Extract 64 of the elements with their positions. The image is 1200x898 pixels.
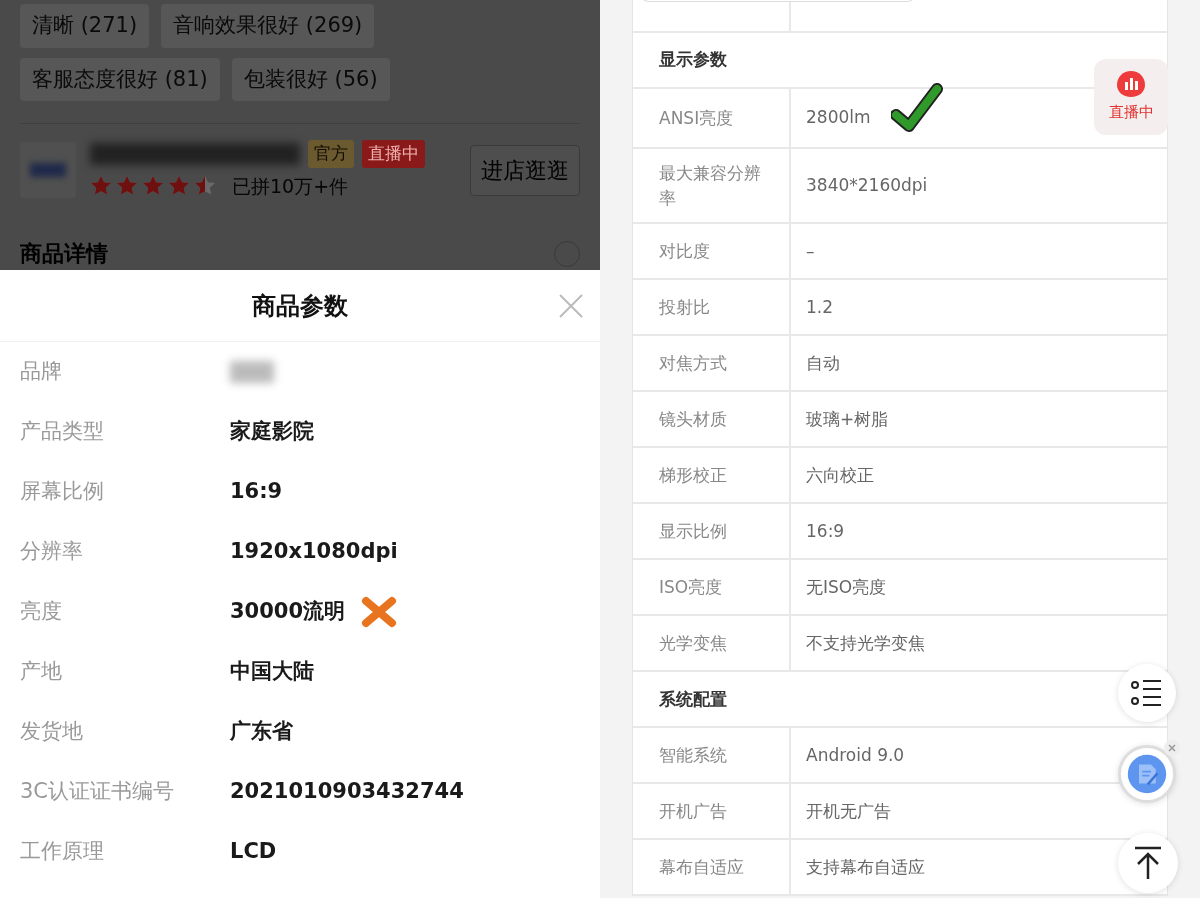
spec-value: 不支持光学变焦 (806, 631, 925, 655)
param-label: 工作原理 (20, 838, 105, 866)
star-icon (194, 174, 216, 197)
spec-value: 2800lm (806, 106, 871, 130)
param-value: 16:9 (230, 478, 283, 506)
review-tag[interactable]: 音响效果很好 (269) (161, 4, 375, 48)
spec-label: 开机广告 (659, 799, 727, 823)
param-value: 中国大陆 (230, 658, 314, 686)
store-logo (20, 142, 76, 198)
star-icon (168, 174, 190, 197)
param-label: 屏幕比例 (20, 478, 105, 506)
spec-label: 对比度 (659, 239, 710, 263)
spec-label: 梯形校正 (659, 463, 727, 487)
live-chart-icon (1116, 70, 1146, 99)
param-value: 2021010903432744 (230, 778, 464, 806)
review-tag[interactable]: 客服态度很好 (81) (20, 57, 220, 101)
official-badge: 官方 (308, 140, 354, 168)
param-value: 广东省 (230, 718, 293, 746)
spec-value: – (806, 239, 815, 263)
spec-label: 最大兼容分辨率 (659, 162, 762, 210)
spec-label: 投射比 (659, 295, 710, 319)
param-value: 30000流明 (230, 598, 346, 626)
spec-value: Android 9.0 (806, 743, 905, 767)
spec-label: 显示比例 (659, 519, 727, 543)
param-value: 1920x1080dpi (230, 538, 398, 566)
spec-value: 玻璃+树脂 (806, 407, 889, 431)
spec-label: 幕布自适应 (659, 855, 744, 879)
spec-label: 光学变焦 (659, 631, 727, 655)
param-label: 3C认证证书编号 (20, 778, 176, 806)
star-icon (116, 174, 138, 197)
section-title: 商品详情 (20, 240, 108, 268)
spec-label: 对焦方式 (659, 351, 727, 375)
param-label: 亮度 (20, 598, 63, 626)
live-badge: 直播中 (362, 140, 425, 168)
param-value: 家庭影院 (230, 418, 314, 446)
sales-count: 已拼10万+件 (232, 173, 349, 199)
review-tag[interactable]: 包装很好 (56) (231, 57, 390, 101)
spec-label: 智能系统 (659, 743, 727, 767)
blurred-value (230, 361, 274, 383)
param-label: 产地 (20, 658, 63, 686)
spec-label: ISO亮度 (659, 575, 723, 599)
close-icon[interactable] (558, 293, 584, 319)
param-label: 品牌 (20, 358, 63, 386)
spec-value: 3840*2160dpi (806, 173, 928, 197)
star-icon (142, 174, 164, 197)
review-tag[interactable]: 清晰 (271) (20, 4, 150, 48)
param-value: LCD (230, 838, 277, 866)
sheet-title: 商品参数 (252, 290, 348, 322)
param-label: 发货地 (20, 718, 84, 746)
spec-value: 支持幕布自适应 (806, 855, 925, 879)
spec-label: 镜头材质 (659, 407, 727, 431)
param-label: 分辨率 (20, 538, 84, 566)
close-icon[interactable] (1164, 740, 1180, 756)
spec-value: 无ISO亮度 (806, 575, 887, 599)
param-label: 产品类型 (20, 418, 105, 446)
spec-value: 16:9 (806, 519, 845, 543)
live-button[interactable]: 直播中 (1094, 59, 1168, 135)
spec-value: 开机无广告 (806, 799, 891, 823)
spec-label: ANSI亮度 (659, 106, 734, 130)
visit-store-button[interactable]: 进店逛逛 (470, 144, 580, 196)
spec-value: 自动 (806, 351, 840, 375)
star-icon (90, 174, 112, 197)
spec-value: 1.2 (806, 295, 834, 319)
spec-value: 六向校正 (806, 463, 874, 487)
